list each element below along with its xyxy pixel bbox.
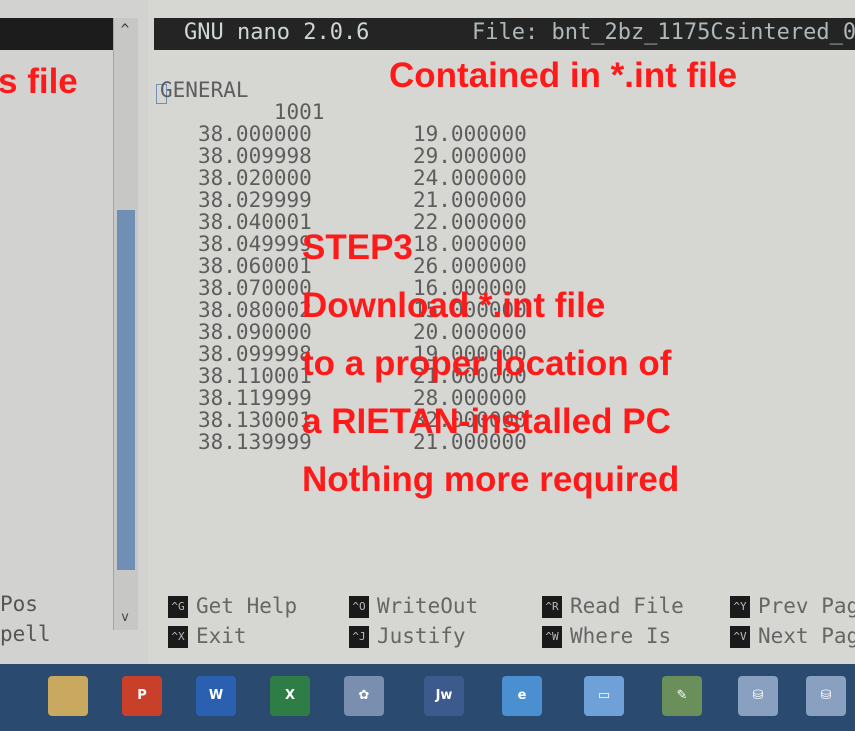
app-tool-icon[interactable]: ✎ <box>662 676 702 716</box>
data-row-y: 21.000000 <box>413 188 527 212</box>
left-help-line-spell: pell <box>0 622 51 646</box>
shortcut-label: Where Is <box>570 624 672 648</box>
overlay-line-3: a RIETAN-installed PC <box>302 402 671 441</box>
overlay-line-4: Nothing more required <box>302 460 680 499</box>
shortcut-get-help[interactable]: ^G Get Help <box>168 594 297 618</box>
shortcut-key: ^W <box>542 626 562 648</box>
shortcut-key: ^V <box>730 626 750 648</box>
scrollbar-thumb[interactable] <box>117 210 135 570</box>
data-row-y: 29.000000 <box>413 144 527 168</box>
shortcut-key: ^G <box>168 596 188 618</box>
shortcut-where-is[interactable]: ^W Where Is <box>542 624 671 648</box>
plot-app-icon[interactable]: Jw <box>424 676 464 716</box>
shortcut-label: Exit <box>196 624 247 648</box>
data-row-x: 38.119999 <box>198 386 312 410</box>
left-terminal-titlebar <box>0 18 113 50</box>
data-row-x: 38.080002 <box>198 298 312 322</box>
overlay-step-title: STEP3 <box>302 228 413 267</box>
data-row-x: 38.020000 <box>198 166 312 190</box>
data-row-y: 22.000000 <box>413 210 527 234</box>
data-row-x: 38.060001 <box>198 254 312 278</box>
shortcut-next-page[interactable]: ^V Next Pag <box>730 624 855 648</box>
shortcut-key: ^Y <box>730 596 750 618</box>
shortcut-label: Prev Pag <box>758 594 855 618</box>
shortcut-justify[interactable]: ^J Justify <box>349 624 466 648</box>
shortcut-label: Get Help <box>196 594 298 618</box>
display-icon[interactable]: ▭ <box>584 676 624 716</box>
nano-editor-window: GNU nano 2.0.6 File: bnt_2bz_1175Csinter… <box>148 0 855 664</box>
data-row-x: 38.139999 <box>198 430 312 454</box>
shortcut-label: Next Pag <box>758 624 855 648</box>
overlay-line-1: Download *.int file <box>302 286 606 325</box>
nano-header-bar: GNU nano 2.0.6 File: bnt_2bz_1175Csinter… <box>154 18 855 50</box>
word-icon[interactable]: W <box>196 676 236 716</box>
left-help-line-pos: Pos <box>0 592 38 616</box>
data-row-x: 38.000000 <box>198 122 312 146</box>
overlay-line-2: to a proper location of <box>302 344 672 383</box>
data-row-x: 38.009998 <box>198 144 312 168</box>
data-row-x: 38.099998 <box>198 342 312 366</box>
shortcut-key: ^X <box>168 626 188 648</box>
nano-file-name: File: bnt_2bz_1175Csintered_0 <box>472 20 855 45</box>
shortcut-prev-page[interactable]: ^Y Prev Pag <box>730 594 855 618</box>
shortcut-read-file[interactable]: ^R Read File <box>542 594 684 618</box>
data-row-y: 19.000000 <box>413 122 527 146</box>
shortcut-key: ^O <box>349 596 369 618</box>
data-row-x: 38.040001 <box>198 210 312 234</box>
shortcut-key: ^R <box>542 596 562 618</box>
data-row-x: 38.130001 <box>198 408 312 432</box>
powerpoint-icon[interactable]: P <box>122 676 162 716</box>
nano-version: GNU nano 2.0.6 <box>184 20 370 45</box>
file-explorer-icon[interactable] <box>48 676 88 716</box>
shortcut-key: ^J <box>349 626 369 648</box>
shortcut-label: Read File <box>570 594 684 618</box>
internet-explorer-icon[interactable]: e <box>502 676 542 716</box>
shortcut-writeout[interactable]: ^O WriteOut <box>349 594 478 618</box>
data-row-x: 38.049999 <box>198 232 312 256</box>
overlay-contained-label: Contained in *.int file <box>389 56 738 95</box>
taskbar: P W X ✿ Jw e ▭ ✎ ⛁ ⛁ <box>0 664 855 731</box>
scroll-up-arrow-icon[interactable]: ^ <box>113 22 137 38</box>
data-row-x: 38.029999 <box>198 188 312 212</box>
network-icon[interactable]: ⛁ <box>738 676 778 716</box>
network-icon-2[interactable]: ⛁ <box>806 676 846 716</box>
overlay-left-fragment: s file <box>0 62 78 101</box>
file-header-line: GENERAL <box>160 78 249 102</box>
data-row-y: 24.000000 <box>413 166 527 190</box>
excel-icon[interactable]: X <box>270 676 310 716</box>
app-flower-icon[interactable]: ✿ <box>344 676 384 716</box>
shortcut-exit[interactable]: ^X Exit <box>168 624 247 648</box>
shortcut-label: Justify <box>377 624 466 648</box>
data-row-x: 38.110001 <box>198 364 312 388</box>
data-row-x: 38.090000 <box>198 320 312 344</box>
shortcut-label: WriteOut <box>377 594 479 618</box>
data-row-x: 38.070000 <box>198 276 312 300</box>
data-row-y: 18.000000 <box>413 232 527 256</box>
data-row-y: 26.000000 <box>413 254 527 278</box>
data-row-x: 1001 <box>198 100 325 124</box>
scroll-down-arrow-icon[interactable]: v <box>113 610 137 625</box>
